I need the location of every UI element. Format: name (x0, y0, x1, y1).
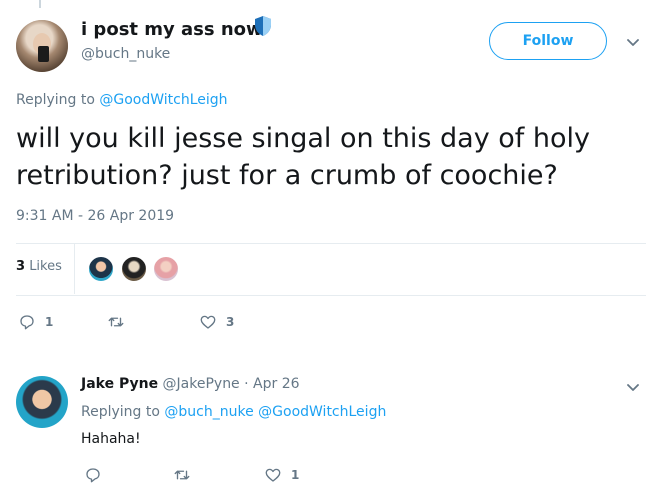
reply-reply-button[interactable] (84, 466, 111, 484)
divider (16, 295, 646, 296)
chevron-down-icon[interactable] (625, 34, 641, 50)
likes-separator (74, 244, 75, 294)
author-avatar[interactable] (16, 20, 68, 72)
reply-count: 1 (45, 315, 54, 329)
reply-retweet-button[interactable] (173, 466, 200, 484)
retweet-icon (174, 470, 190, 480)
reply-replying-to: Replying to @buch_nuke @GoodWitchLeigh (81, 404, 386, 420)
reply-button[interactable]: 1 (18, 313, 53, 331)
retweet-button[interactable] (107, 313, 134, 331)
reply-text: Hahaha! (81, 431, 141, 447)
liker-avatar[interactable] (152, 255, 180, 283)
reply-author-avatar[interactable] (16, 376, 68, 428)
reply-mention-2[interactable]: @GoodWitchLeigh (258, 404, 386, 420)
reply-icon (20, 315, 34, 330)
reply-header: Jake Pyne @JakePyne · Apr 26 (81, 376, 300, 392)
likes-label: Likes (29, 259, 62, 274)
heart-icon (265, 468, 281, 482)
reply-handle-time[interactable]: @JakePyne · Apr 26 (163, 376, 300, 392)
liker-avatar[interactable] (120, 255, 148, 283)
liker-avatar[interactable] (87, 255, 115, 283)
replying-to-prefix: Replying to (16, 92, 95, 108)
like-button[interactable]: 3 (199, 313, 234, 331)
chevron-down-icon[interactable] (625, 379, 641, 395)
shield-icon (255, 16, 271, 36)
reply-like-button[interactable]: 1 (264, 466, 299, 484)
likes-count[interactable]: 3 Likes (16, 259, 62, 274)
reply-like-count: 1 (291, 468, 300, 482)
thread-line (39, 0, 41, 8)
divider (16, 243, 646, 244)
author-display-name[interactable]: i post my ass now (81, 19, 263, 40)
tweet-timestamp[interactable]: 9:31 AM - 26 Apr 2019 (16, 208, 174, 224)
reply-mention-1[interactable]: @buch_nuke (164, 404, 253, 420)
reply-icon (86, 468, 100, 483)
author-handle[interactable]: @buch_nuke (81, 46, 170, 62)
likes-number: 3 (16, 259, 26, 274)
replying-to-mention-link[interactable]: @GoodWitchLeigh (99, 92, 227, 108)
like-count: 3 (226, 315, 235, 329)
replying-to: Replying to @GoodWitchLeigh (16, 92, 228, 108)
tweet-text: will you kill jesse singal on this day o… (16, 123, 591, 191)
follow-button[interactable]: Follow (489, 22, 607, 60)
reply-author-name[interactable]: Jake Pyne (81, 376, 158, 392)
reply-replying-prefix: Replying to (81, 404, 160, 420)
retweet-icon (108, 317, 124, 327)
heart-icon (200, 315, 216, 329)
